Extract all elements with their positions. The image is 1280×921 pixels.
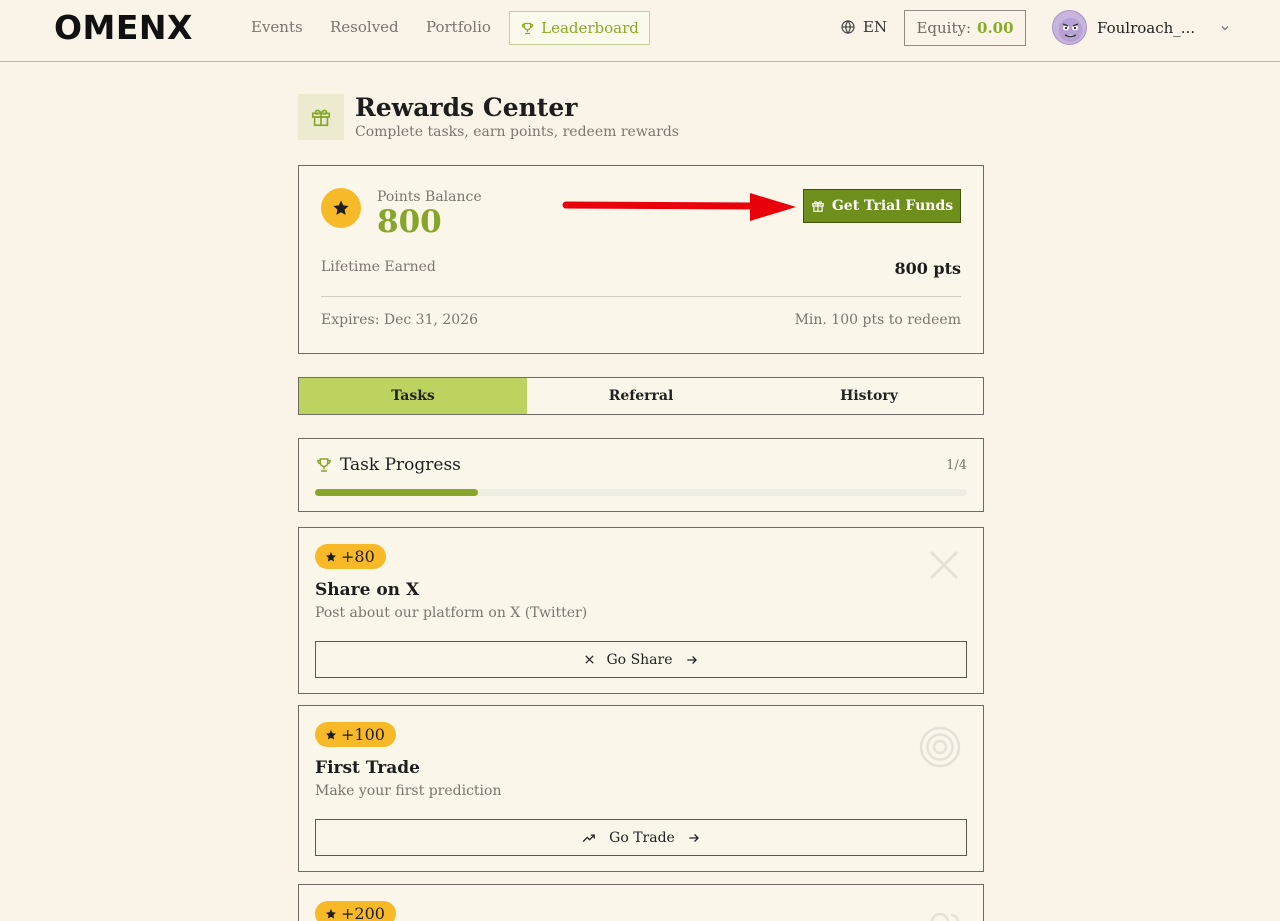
task-progress-card: Task Progress 1/4 (298, 438, 984, 512)
users-icon (930, 912, 960, 921)
task-progress-label: Task Progress (340, 455, 461, 475)
get-trial-funds-label: Get Trial Funds (831, 198, 954, 214)
task-title: First Trade (315, 758, 420, 778)
task-card-share-x: +80 Share on X Post about our platform o… (298, 527, 984, 694)
task-card-first-trade: +100 First Trade Make your first predict… (298, 705, 984, 872)
page-subtitle: Complete tasks, earn points, redeem rewa… (355, 124, 679, 140)
trend-up-icon (582, 833, 596, 842)
arrow-right-icon (689, 833, 699, 842)
task-progress-title: Task Progress (315, 455, 461, 475)
divider (321, 296, 961, 297)
nav-events[interactable]: Events (251, 18, 303, 36)
points-expiry: Expires: Dec 31, 2026 (321, 312, 479, 328)
go-trade-button[interactable]: Go Trade (315, 819, 967, 856)
avatar (1052, 10, 1087, 45)
x-icon (584, 655, 594, 664)
page-title: Rewards Center (355, 93, 578, 122)
points-badge-value: +100 (341, 725, 385, 744)
gift-icon (311, 109, 331, 127)
points-badge-value: +200 (341, 904, 385, 921)
task-progress-count: 1/4 (946, 458, 967, 473)
points-badge: +100 (315, 722, 396, 747)
go-share-label: Go Share (606, 651, 673, 668)
lifetime-earned-label: Lifetime Earned (321, 259, 436, 275)
star-icon (326, 908, 336, 919)
task-progress-bar (315, 489, 967, 496)
equity-value: 0.00 (977, 19, 1014, 37)
trophy-icon (521, 22, 534, 34)
chevron-down-icon (1221, 25, 1229, 30)
target-icon (919, 726, 961, 768)
top-header: OMENX Events Resolved Portfolio Leaderbo… (0, 0, 1280, 62)
points-star-badge (321, 188, 361, 228)
nav-resolved[interactable]: Resolved (330, 18, 399, 36)
nav-leaderboard-label: Leaderboard (541, 19, 639, 37)
globe-icon (841, 20, 855, 34)
tab-referral[interactable]: Referral (527, 378, 755, 414)
language-selector[interactable]: EN (840, 18, 887, 36)
nav-leaderboard[interactable]: Leaderboard (509, 11, 650, 45)
username: Foulroach_... (1097, 18, 1196, 37)
points-balance-value: 800 (377, 204, 442, 240)
star-icon (326, 729, 336, 740)
go-share-button[interactable]: Go Share (315, 641, 967, 678)
star-icon (333, 200, 349, 215)
gift-icon (812, 201, 824, 212)
points-badge: +200 (315, 901, 396, 921)
equity-display[interactable]: Equity: 0.00 (904, 10, 1026, 46)
task-title: Share on X (315, 580, 420, 600)
lifetime-earned-value: 800 pts (894, 259, 961, 278)
points-badge-value: +80 (341, 547, 375, 566)
trophy-icon (317, 458, 331, 472)
rewards-tabs: Tasks Referral History (298, 377, 984, 415)
task-card-third: +200 (298, 884, 984, 921)
gift-tile (298, 94, 344, 140)
points-badge: +80 (315, 544, 386, 569)
logo[interactable]: OMENX (54, 9, 193, 47)
min-redeem-note: Min. 100 pts to redeem (794, 312, 961, 328)
language-label: EN (863, 18, 888, 36)
equity-label: Equity: (916, 19, 972, 37)
tab-tasks[interactable]: Tasks (299, 378, 527, 414)
get-trial-funds-button[interactable]: Get Trial Funds (803, 189, 961, 223)
arrow-right-icon (686, 655, 697, 664)
star-icon (326, 551, 336, 562)
points-balance-label: Points Balance (377, 189, 482, 205)
x-icon (929, 550, 959, 580)
user-menu[interactable]: Foulroach_... (1052, 10, 1231, 45)
task-description: Post about our platform on X (Twitter) (315, 605, 588, 621)
nav-portfolio[interactable]: Portfolio (426, 18, 491, 36)
go-trade-label: Go Trade (609, 829, 675, 846)
annotation-arrow-icon (562, 193, 796, 221)
task-description: Make your first prediction (315, 783, 502, 799)
task-progress-fill (315, 489, 478, 496)
tab-history[interactable]: History (755, 378, 983, 414)
